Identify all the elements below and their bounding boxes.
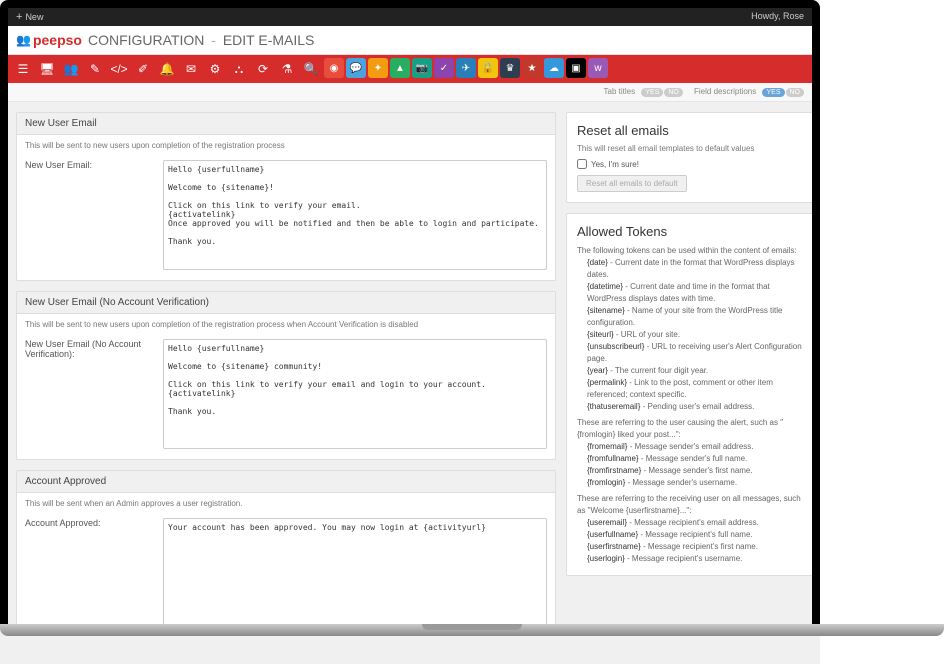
bell-icon[interactable]: 🔔 (156, 58, 178, 80)
refresh-icon[interactable]: ⟳ (252, 58, 274, 80)
app6-icon[interactable]: ✓ (434, 58, 454, 78)
reset-confirm-checkbox[interactable] (577, 159, 587, 169)
app1-icon[interactable]: ◉ (324, 58, 344, 78)
page-header: 👥 peepso CONFIGURATION - EDIT E-MAILS (8, 26, 812, 55)
token-item: {fromfullname} - Message sender's full n… (577, 453, 805, 465)
logo-text: peepso (33, 32, 82, 48)
app2-icon[interactable]: 💬 (346, 58, 366, 78)
token-item: {permalink} - Link to the post, comment … (577, 377, 805, 401)
tab-titles-label: Tab titles (604, 87, 636, 96)
peepso-logo[interactable]: 👥 peepso (16, 32, 82, 48)
app11-icon[interactable]: ☁ (544, 58, 564, 78)
token-item: {thatuseremail} - Pending user's email a… (577, 401, 805, 413)
token-item: {date} - Current date in the format that… (577, 257, 805, 281)
section-title: Account Approved (17, 471, 555, 493)
app10-icon[interactable]: ★ (522, 58, 542, 78)
token-item: {datetime} - Current date and time in th… (577, 281, 805, 305)
token-item: {fromfirstname} - Message sender's first… (577, 465, 805, 477)
app13-icon[interactable]: w (588, 58, 608, 78)
section-title: New User Email (No Account Verification) (17, 292, 555, 314)
email-section-0: New User Email This will be sent to new … (16, 112, 556, 281)
search-icon[interactable]: 🔍 (300, 58, 322, 80)
laptop-base (0, 624, 944, 636)
new-label: New (25, 12, 43, 22)
section-desc: This will be sent when an Admin approves… (17, 493, 555, 514)
monitor-icon[interactable]: 🖥 (36, 58, 58, 80)
token-item: {year} - The current four digit year. (577, 365, 805, 377)
admin-top-bar: + New Howdy, Rose (8, 8, 812, 26)
email-section-1: New User Email (No Account Verification)… (16, 291, 556, 460)
reset-confirm-label: Yes, I'm sure! (591, 160, 639, 169)
app9-icon[interactable]: ♛ (500, 58, 520, 78)
app7-icon[interactable]: ✈ (456, 58, 476, 78)
reset-panel: Reset all emails This will reset all ema… (566, 112, 812, 203)
app12-icon[interactable]: ▣ (566, 58, 586, 78)
new-button[interactable]: + New (16, 11, 43, 23)
logo-icon: 👥 (16, 33, 31, 47)
token-item: {fromemail} - Message sender's email add… (577, 441, 805, 453)
token-group-label: These are referring to the receiving use… (577, 493, 805, 517)
email-template-textarea[interactable]: Your account has been approved. You may … (163, 518, 547, 625)
token-item: {siteurl} - URL of your site. (577, 329, 805, 341)
app5-icon[interactable]: 📷 (412, 58, 432, 78)
field-desc-label: Field descriptions (694, 87, 756, 96)
reset-button[interactable]: Reset all emails to default (577, 175, 687, 192)
view-options-bar: Tab titles YES NO Field descriptions YES… (8, 83, 812, 102)
reset-confirm-row[interactable]: Yes, I'm sure! (577, 159, 805, 169)
app8-icon[interactable]: 🔒 (478, 58, 498, 78)
token-item: {useremail} - Message recipient's email … (577, 517, 805, 529)
token-item: {userfirstname} - Message recipient's fi… (577, 541, 805, 553)
mail-icon[interactable]: ✉ (180, 58, 202, 80)
brush-icon[interactable]: ✐ (132, 58, 154, 80)
email-template-textarea[interactable]: Hello {userfullname} Welcome to {sitenam… (163, 160, 547, 270)
field-desc-toggle[interactable]: YES NO (762, 88, 804, 97)
reset-title: Reset all emails (577, 123, 805, 138)
tokens-title: Allowed Tokens (577, 224, 805, 239)
reset-desc: This will reset all email templates to d… (577, 144, 805, 153)
tokens-panel: Allowed Tokens The following tokens can … (566, 213, 812, 576)
field-label: Account Approved: (25, 518, 155, 625)
layers-icon[interactable]: ☰ (12, 58, 34, 80)
flask-icon[interactable]: ⚗ (276, 58, 298, 80)
main-column: New User Email This will be sent to new … (16, 112, 556, 625)
sitemap-icon[interactable]: ⛬ (228, 58, 250, 80)
section-title: New User Email (17, 113, 555, 135)
code-icon[interactable]: </> (108, 58, 130, 80)
token-item: {unsubscribeurl} - URL to receiving user… (577, 341, 805, 365)
side-column: Reset all emails This will reset all ema… (566, 112, 812, 625)
token-item: {fromlogin} - Message sender's username. (577, 477, 805, 489)
crumb-1: CONFIGURATION (88, 32, 204, 48)
main-toolbar: ☰🖥👥✎</>✐🔔✉⚙⛬⟳⚗🔍◉💬✦▲📷✓✈🔒♛★☁▣w (8, 55, 812, 83)
field-label: New User Email (No Account Verification)… (25, 339, 155, 449)
token-item: {userlogin} - Message recipient's userna… (577, 553, 805, 565)
app3-icon[interactable]: ✦ (368, 58, 388, 78)
token-group-label: These are referring to the user causing … (577, 417, 805, 441)
breadcrumb: CONFIGURATION - EDIT E-MAILS (88, 32, 314, 48)
email-template-textarea[interactable]: Hello {userfullname} Welcome to {sitenam… (163, 339, 547, 449)
token-item: {userfullname} - Message recipient's ful… (577, 529, 805, 541)
user-icon[interactable]: 👥 (60, 58, 82, 80)
field-label: New User Email: (25, 160, 155, 270)
edit-icon[interactable]: ✎ (84, 58, 106, 80)
greeting[interactable]: Howdy, Rose (751, 11, 804, 23)
tab-titles-toggle[interactable]: YES NO (641, 88, 683, 97)
crumb-2: EDIT E-MAILS (223, 32, 315, 48)
token-group-label: The following tokens can be used within … (577, 245, 805, 257)
plus-icon: + (16, 11, 22, 23)
section-desc: This will be sent to new users upon comp… (17, 314, 555, 335)
email-section-2: Account Approved This will be sent when … (16, 470, 556, 625)
token-item: {sitename} - Name of your site from the … (577, 305, 805, 329)
app4-icon[interactable]: ▲ (390, 58, 410, 78)
gear-icon[interactable]: ⚙ (204, 58, 226, 80)
section-desc: This will be sent to new users upon comp… (17, 135, 555, 156)
